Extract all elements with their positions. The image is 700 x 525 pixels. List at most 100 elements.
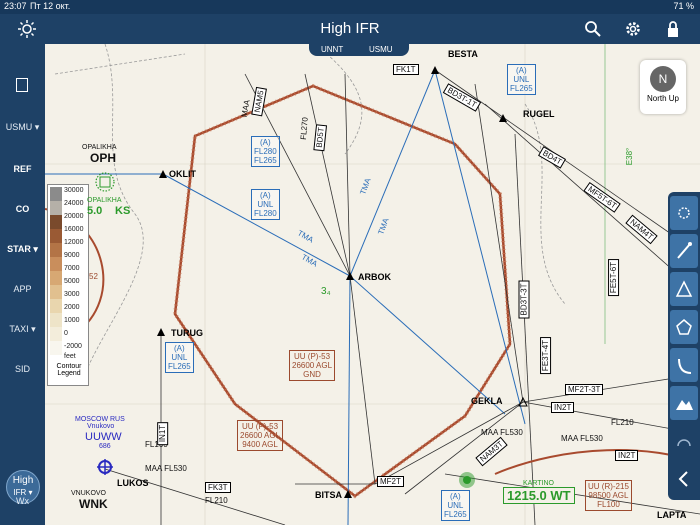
kartino-frequency-suffix: WT <box>550 488 571 503</box>
search-icon[interactable] <box>584 20 602 38</box>
layers-tool-icon[interactable] <box>670 424 698 458</box>
restricted-area-box: UU (R)-215 98500 AGL FL100 <box>585 480 632 511</box>
airspace-box: (A) UNL FL265 <box>507 64 536 95</box>
box-line: (A) <box>450 492 461 501</box>
contour-legend: 30000 24000 20000 16000 12000 9000 7000 … <box>47 184 89 386</box>
kartino-frequency: 1215.0 <box>507 488 547 503</box>
legend-value: 7000 <box>64 265 80 272</box>
enroute-map[interactable]: UNNT USMU N North Up 30000 24000 20000 1… <box>45 44 700 525</box>
vnukovo-vor-name: VNUKOVO <box>71 490 107 497</box>
airway-tag[interactable]: IN1T <box>157 421 169 446</box>
airway-altitude: MAA FL530 <box>561 434 603 443</box>
fix-arbok[interactable]: ARBOK <box>358 272 391 282</box>
grid-mora: 3₄ <box>321 286 331 297</box>
phone-tool-icon[interactable] <box>670 348 698 382</box>
airspace-box: (A) UNL FL280 <box>251 189 280 220</box>
fix-oklit[interactable]: OKLIT <box>169 169 196 179</box>
shape-tool-icon[interactable] <box>670 310 698 344</box>
lock-icon[interactable] <box>664 20 682 38</box>
legend-value: 2000 <box>64 304 80 311</box>
airway-tag[interactable]: IN2T <box>615 450 639 461</box>
box-line: (A) <box>174 344 185 353</box>
north-up-label: North Up <box>646 94 679 103</box>
oph-code[interactable]: OPH <box>90 151 116 165</box>
airway-tag[interactable]: IN2T <box>551 402 575 413</box>
vnukovo-vor-code[interactable]: WNK <box>79 497 108 511</box>
fix-lapta[interactable]: LAPTA <box>657 510 686 520</box>
vnukovo-city: MOSCOW RUS <box>75 416 125 423</box>
sidebar-item-app[interactable]: APP <box>0 284 45 294</box>
fix-bitsa[interactable]: BITSA <box>315 490 342 500</box>
contour-value: 52 <box>89 272 98 281</box>
sidebar-item-star[interactable]: STAR ▾ <box>0 244 45 255</box>
fix-lukos[interactable]: LUKOS <box>117 478 149 488</box>
box-line: FL265 <box>254 156 277 165</box>
box-line: UU (R)-215 <box>588 482 629 491</box>
airway-altitude: MAA FL530 <box>481 428 523 437</box>
legend-title: Contour Legend <box>56 363 82 377</box>
airway-tag[interactable]: FE3T-4T <box>540 336 552 375</box>
box-line: 26600 AGL <box>292 361 333 370</box>
airway-tag[interactable]: FK1T <box>393 64 419 75</box>
sidebar-item-ref[interactable]: REF <box>0 164 45 174</box>
box-line: (A) <box>260 191 271 200</box>
vnukovo-elevation: 686 <box>99 443 111 450</box>
box-line: (A) <box>516 66 527 75</box>
map-tools <box>668 192 700 500</box>
fir-boundary-tab: UNNT USMU <box>309 44 409 56</box>
box-line: FL280 <box>254 147 277 156</box>
sidebar-item-usmu[interactable]: USMU ▾ <box>0 122 45 133</box>
airway-tag[interactable]: MF2T-3T <box>565 384 604 395</box>
legend-value: 16000 <box>64 226 84 233</box>
fix-rugel[interactable]: RUGEL <box>523 109 555 119</box>
status-battery: 71 % <box>673 1 694 11</box>
airspace-box: (A) UNL FL265 <box>165 342 194 373</box>
isogonic-line-label: E38° <box>625 147 635 166</box>
legend-value: 5000 <box>64 278 80 285</box>
fir-left: UNNT <box>321 45 344 54</box>
box-line: FL280 <box>254 209 277 218</box>
oph-name: OPALIKHA <box>82 144 117 151</box>
restricted-area-box: UU (P)-53 26600 AGL 9400 AGL <box>237 420 284 451</box>
legend-value: 12000 <box>64 239 84 246</box>
box-line: FL265 <box>510 84 533 93</box>
box-line: (A) <box>260 138 271 147</box>
box-line: UNL <box>513 75 530 84</box>
terrain-tool-icon[interactable] <box>670 386 698 420</box>
legend-value: 3000 <box>64 291 80 298</box>
document-icon[interactable] <box>16 78 28 92</box>
airway-tag[interactable]: MF2T <box>377 476 404 487</box>
sidebar-item-co[interactable]: CO <box>0 204 45 214</box>
airway-tag[interactable]: FK3T <box>205 482 231 493</box>
airway-tag[interactable]: BD3T-3T <box>518 280 530 319</box>
box-line: GND <box>303 370 321 379</box>
legend-value: 9000 <box>64 252 80 259</box>
collapse-chevron-icon[interactable] <box>670 462 698 496</box>
legend-value: 1000 <box>64 317 80 324</box>
fix-besta[interactable]: BESTA <box>448 49 478 59</box>
sidebar-item-taxi[interactable]: TAXI ▾ <box>0 324 45 335</box>
box-line: UU (P)-53 <box>294 352 331 361</box>
settings-tool-icon[interactable] <box>670 196 698 230</box>
fix-turug[interactable]: TURUG <box>171 328 203 338</box>
vnukovo-icao[interactable]: UUWW <box>85 431 122 443</box>
fix-gekla[interactable]: GEKLA <box>471 396 503 406</box>
legend-unit: feet <box>64 353 76 360</box>
airway-tag[interactable]: FE5T-6T <box>608 258 620 297</box>
oph-name2: OPALIKHA <box>87 197 122 204</box>
triangle-tool-icon[interactable] <box>670 272 698 306</box>
airway-altitude: FL210 <box>611 418 634 427</box>
north-up-button[interactable]: N North Up <box>640 60 686 114</box>
fir-right: USMU <box>369 45 393 54</box>
airspace-box: (A) UNL FL265 <box>441 490 470 521</box>
box-line: UNL <box>171 353 188 362</box>
oph-frequency: 5.0 <box>87 205 103 217</box>
box-line: UU (P)-53 <box>242 422 279 431</box>
compass-icon: N <box>650 66 676 92</box>
sidebar-item-sid[interactable]: SID <box>0 364 45 374</box>
route-tool-icon[interactable] <box>670 234 698 268</box>
sidebar-item-wx[interactable]: Wx <box>0 496 45 506</box>
box-line: 9400 AGL <box>242 440 278 449</box>
airspace-box: (A) FL280 FL265 <box>251 136 280 167</box>
gear-icon[interactable] <box>624 20 642 38</box>
